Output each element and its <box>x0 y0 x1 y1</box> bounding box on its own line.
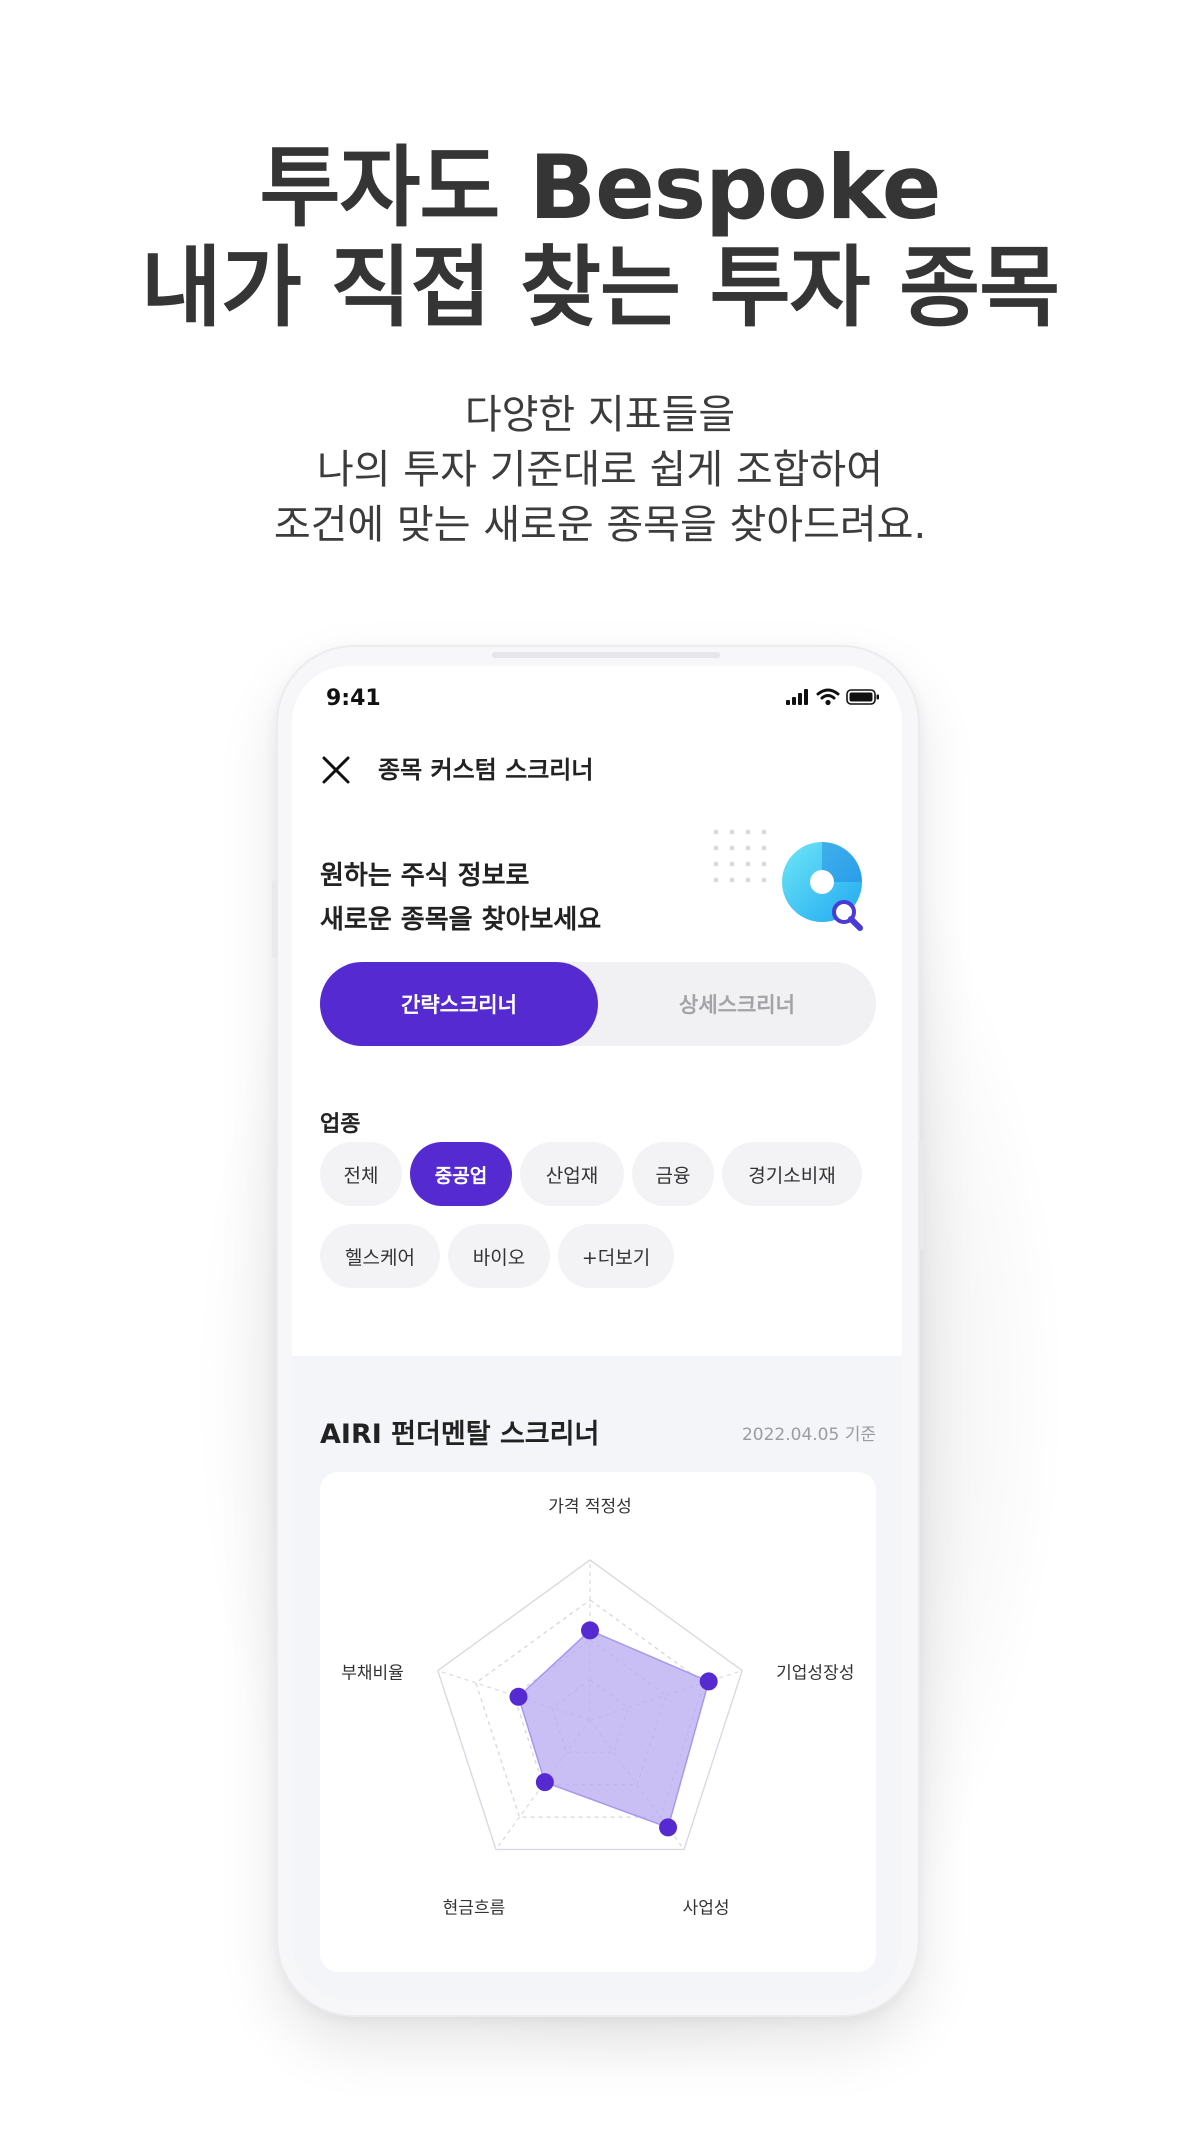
radar-axis-label: 부채비율 <box>341 1664 404 1684</box>
status-icons <box>786 688 880 706</box>
radar-data-point <box>509 1687 528 1706</box>
hero-sub-line3: 조건에 맞는 새로운 종목을 찾아드려요. <box>273 502 927 548</box>
screener-toggle: 간략스크리너 상세스크리너 <box>320 962 876 1046</box>
radar-chart-card: 가격 적정성기업성장성사업성 현금흐름 부채비율 <box>320 1472 876 1972</box>
radar-data-point <box>581 1621 599 1640</box>
fundamental-date: 2022.04.05 기준 <box>741 1425 876 1445</box>
app-screen: 9:41 종목 커스텀 스크리너 원하는 주식 정보로 새로운 종목을 찾아보세… <box>292 666 902 2000</box>
hero-title: 투자도 Bespoke 내가 직접 찾는 투자 종목 <box>0 138 1200 338</box>
nav-title: 종목 커스텀 스크리너 <box>378 756 594 784</box>
hero-sub-line1: 다양한 지표들을 <box>464 392 736 438</box>
radar-axis-label: 기업성장성 <box>776 1664 854 1684</box>
chip-all[interactable]: 전체 <box>320 1142 402 1206</box>
radar-series-area <box>517 1629 710 1829</box>
radar-axis-label: 사업성 <box>683 1898 730 1918</box>
chip-consumer-discretionary[interactable]: 경기소비재 <box>722 1142 862 1206</box>
chip-finance[interactable]: 금융 <box>632 1142 714 1206</box>
radar-axis-label: 가격 적정성 <box>548 1497 632 1517</box>
hero-title-line2: 내가 직접 찾는 투자 종목 <box>140 236 1060 339</box>
chip-bio[interactable]: 바이오 <box>448 1224 550 1288</box>
hero-title-line1: 투자도 Bespoke <box>259 136 942 239</box>
close-icon[interactable] <box>320 754 352 786</box>
radar-chart: 가격 적정성기업성장성사업성 현금흐름 부채비율 <box>341 1497 854 1918</box>
intro-line2: 새로운 종목을 찾아보세요 <box>320 905 602 935</box>
radar-data-point <box>699 1672 718 1691</box>
phone-side-button <box>918 1000 924 1070</box>
decorative-dots <box>713 829 767 883</box>
radar-axis-label: 현금흐름 <box>443 1898 506 1918</box>
hero-subtitle: 다양한 지표들을 나의 투자 기준대로 쉽게 조합하여 조건에 맞는 새로운 종… <box>0 388 1200 553</box>
phone-side-button <box>918 1140 924 1250</box>
phone-side-button <box>272 880 278 958</box>
simple-screener-tab[interactable]: 간략스크리너 <box>320 962 598 1046</box>
radar-data-point <box>659 1818 678 1837</box>
battery-icon <box>846 689 879 705</box>
chip-more[interactable]: +더보기 <box>558 1224 674 1288</box>
radar-data-point <box>535 1773 554 1792</box>
search-magnifier-icon <box>782 842 863 931</box>
wifi-icon <box>816 688 840 706</box>
hero-sub-line2: 나의 투자 기준대로 쉽게 조합하여 <box>316 447 884 493</box>
detail-screener-tab[interactable]: 상세스크리너 <box>598 962 876 1046</box>
signal-icon <box>786 689 808 705</box>
category-label: 업종 <box>320 1112 361 1137</box>
status-time: 9:41 <box>326 686 381 711</box>
fundamental-title: AIRI 펀더멘탈 스크리너 <box>320 1419 600 1450</box>
phone-speaker <box>492 652 720 658</box>
chip-heavy-industry[interactable]: 중공업 <box>410 1142 512 1206</box>
chip-healthcare[interactable]: 헬스케어 <box>320 1224 440 1288</box>
chip-industrials[interactable]: 산업재 <box>520 1142 624 1206</box>
intro-heading: 원하는 주식 정보로 새로운 종목을 찾아보세요 <box>320 854 601 942</box>
intro-line1: 원하는 주식 정보로 <box>320 861 530 891</box>
